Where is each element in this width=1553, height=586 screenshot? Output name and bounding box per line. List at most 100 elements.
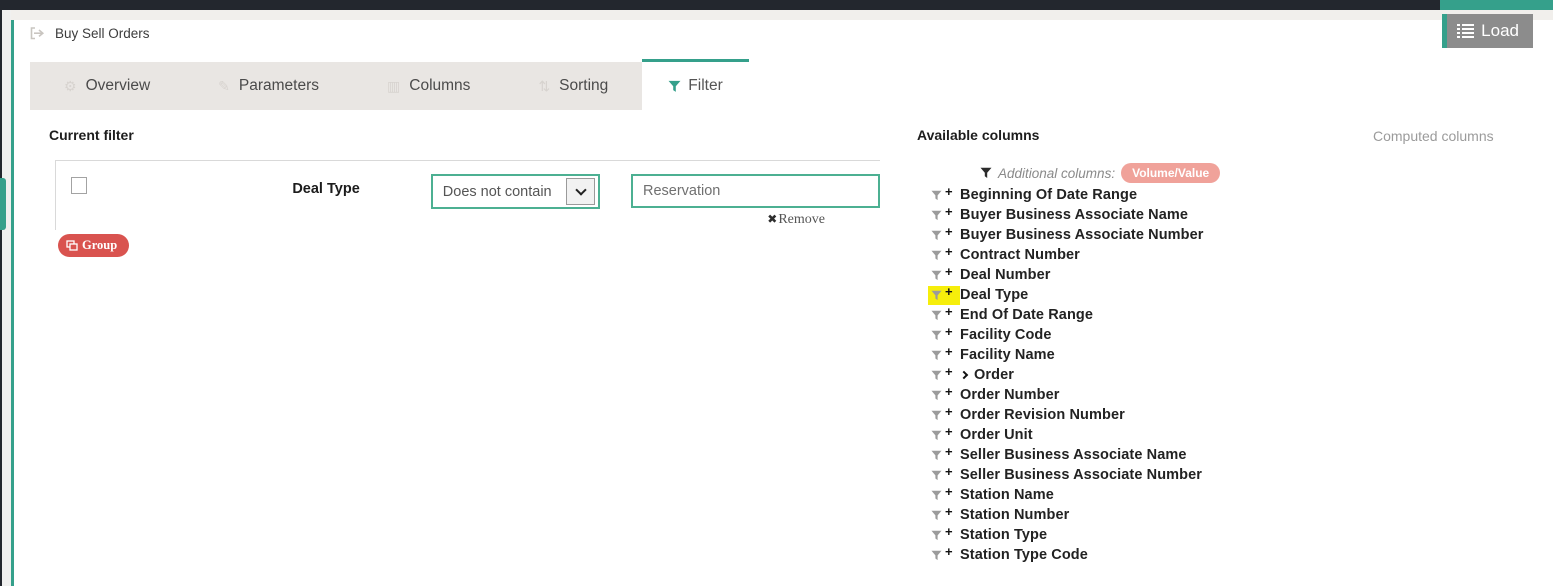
volume-value-badge[interactable]: Volume/Value (1121, 163, 1220, 183)
filter-column-icon[interactable] (931, 510, 943, 522)
buy-sell-orders-page: Load Buy Sell Orders ⚙ Overview ✎ Parame… (0, 0, 1553, 586)
select-arrow-box[interactable] (566, 178, 595, 205)
add-column-icon[interactable]: + (945, 227, 953, 237)
add-column-icon[interactable]: + (945, 327, 953, 337)
column-name[interactable]: Seller Business Associate Number (960, 467, 1202, 483)
tab-label: Overview (86, 77, 151, 95)
remove-filter-link[interactable]: ✖Remove (631, 212, 880, 228)
filter-column-icon[interactable] (931, 310, 943, 322)
column-list-item: + Order (928, 365, 1204, 385)
filter-column-icon[interactable] (931, 390, 943, 402)
filter-value-wrap: ✖Remove (631, 174, 880, 228)
group-button[interactable]: Group (58, 234, 129, 257)
column-name[interactable]: Station Type Code (960, 547, 1088, 563)
column-list-item: + Facility Name (928, 345, 1204, 365)
filter-column-icon[interactable] (931, 210, 943, 222)
column-name[interactable]: Buyer Business Associate Name (960, 207, 1188, 223)
column-list-item: + Station Type Code (928, 545, 1204, 565)
add-column-icon[interactable]: + (945, 547, 953, 557)
filter-value-input[interactable] (631, 174, 880, 208)
filter-column-icon[interactable] (931, 270, 943, 282)
column-list-item: + Seller Business Associate Name (928, 445, 1204, 465)
column-actions: + (928, 466, 960, 485)
sidebar-toggle-handle[interactable] (0, 178, 6, 230)
column-actions: + (928, 506, 960, 525)
tab-filter[interactable]: Filter (642, 59, 748, 110)
add-column-icon[interactable]: + (945, 467, 953, 477)
column-name[interactable]: Contract Number (960, 247, 1080, 263)
column-list-item: + Buyer Business Associate Name (928, 205, 1204, 225)
computed-columns-link[interactable]: Computed columns (1373, 128, 1494, 144)
column-actions: + (928, 486, 960, 505)
sort-icon: ⇅ (538, 78, 550, 95)
column-name[interactable]: Order (974, 367, 1014, 383)
filter-column-icon[interactable] (931, 350, 943, 362)
tab-overview[interactable]: ⚙ Overview (30, 62, 184, 110)
gauge-icon: ⚙ (64, 78, 77, 95)
column-name[interactable]: Facility Name (960, 347, 1055, 363)
add-column-icon[interactable]: + (945, 427, 953, 437)
column-name[interactable]: Order Revision Number (960, 407, 1125, 423)
current-filter-title: Current filter (49, 127, 134, 143)
column-list-item: + Deal Number (928, 265, 1204, 285)
tab-sorting[interactable]: ⇅ Sorting (504, 62, 642, 110)
filter-column-icon[interactable] (931, 550, 943, 562)
column-name[interactable]: Order Number (960, 387, 1060, 403)
add-column-icon[interactable]: + (945, 187, 953, 197)
tab-label: Filter (688, 77, 722, 95)
filter-column-icon[interactable] (931, 410, 943, 422)
tab-parameters[interactable]: ✎ Parameters (184, 62, 353, 110)
left-rail (2, 10, 11, 586)
operator-select[interactable]: Does not contain (431, 174, 600, 209)
add-column-icon[interactable]: + (945, 507, 953, 517)
column-name[interactable]: Deal Type (960, 287, 1028, 303)
column-name[interactable]: Deal Number (960, 267, 1051, 283)
add-column-icon[interactable]: + (945, 407, 953, 417)
expand-chevron-icon[interactable] (960, 371, 968, 379)
add-column-icon[interactable]: + (945, 267, 953, 277)
tab-columns[interactable]: ▥ Columns (353, 62, 504, 110)
column-name[interactable]: End Of Date Range (960, 307, 1093, 323)
filter-column-icon[interactable] (931, 530, 943, 542)
column-name[interactable]: Facility Code (960, 327, 1052, 343)
filter-column-icon[interactable] (931, 430, 943, 442)
column-name[interactable]: Seller Business Associate Name (960, 447, 1187, 463)
add-column-icon[interactable]: + (945, 527, 953, 537)
column-name[interactable]: Buyer Business Associate Number (960, 227, 1204, 243)
add-column-icon[interactable]: + (945, 447, 953, 457)
add-column-icon[interactable]: + (945, 487, 953, 497)
filter-column-icon[interactable] (931, 190, 943, 202)
filter-column-icon[interactable] (931, 490, 943, 502)
column-actions: + (928, 286, 960, 305)
filter-row-checkbox[interactable] (71, 177, 87, 194)
column-actions: + (928, 346, 960, 365)
load-button[interactable]: Load (1442, 14, 1533, 48)
filter-column-icon[interactable] (931, 290, 943, 302)
add-column-icon[interactable]: + (945, 287, 953, 297)
add-column-icon[interactable]: + (945, 367, 953, 377)
column-name[interactable]: Beginning Of Date Range (960, 187, 1137, 203)
filter-column-icon[interactable] (931, 370, 943, 382)
report-link-icon (30, 27, 45, 40)
column-name[interactable]: Station Name (960, 487, 1054, 503)
add-column-icon[interactable]: + (945, 207, 953, 217)
filter-column-icon[interactable] (931, 230, 943, 242)
filter-column-icon[interactable] (931, 330, 943, 342)
add-column-icon[interactable]: + (945, 307, 953, 317)
load-button-label: Load (1481, 21, 1519, 41)
filter-column-icon[interactable] (931, 450, 943, 462)
column-name[interactable]: Order Unit (960, 427, 1033, 443)
add-column-icon[interactable]: + (945, 247, 953, 257)
filter-field-name: Deal Type (292, 174, 430, 197)
add-column-icon[interactable]: + (945, 387, 953, 397)
column-actions: + (928, 206, 960, 225)
add-column-icon[interactable]: + (945, 347, 953, 357)
column-name[interactable]: Station Type (960, 527, 1047, 543)
column-list-item: + Contract Number (928, 245, 1204, 265)
filter-column-icon[interactable] (931, 470, 943, 482)
column-name[interactable]: Station Number (960, 507, 1069, 523)
left-accent-line (11, 20, 14, 586)
filter-column-icon[interactable] (931, 250, 943, 262)
column-actions: + (928, 426, 960, 445)
filter-panel: Deal Type Does not contain ✖Remove (55, 160, 880, 230)
